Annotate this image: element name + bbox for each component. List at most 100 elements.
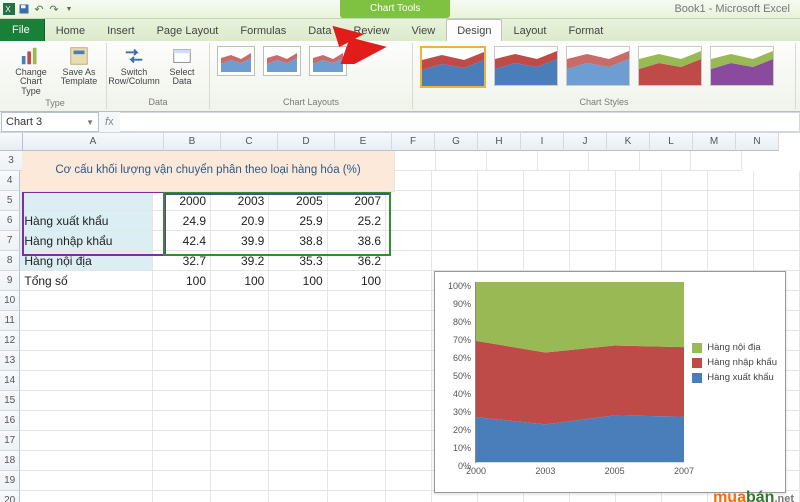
cell[interactable]: 2007 — [328, 191, 386, 211]
cell[interactable]: 25.9 — [269, 211, 327, 231]
cell[interactable]: 35.3 — [269, 251, 327, 271]
cell[interactable] — [386, 311, 432, 331]
undo-icon[interactable]: ↶ — [33, 3, 45, 15]
cell[interactable] — [211, 291, 269, 311]
cell[interactable] — [432, 231, 478, 251]
cell[interactable] — [269, 411, 327, 431]
cell[interactable] — [269, 331, 327, 351]
column-header[interactable]: D — [278, 133, 335, 151]
cell[interactable] — [478, 191, 524, 211]
formula-bar[interactable] — [120, 112, 800, 132]
cell[interactable] — [328, 391, 386, 411]
legend-item[interactable]: Hàng nhập khẩu — [692, 357, 777, 368]
cell[interactable] — [20, 391, 152, 411]
chart-style-option[interactable] — [566, 46, 630, 86]
cell[interactable] — [662, 171, 708, 191]
cell[interactable] — [524, 191, 570, 211]
column-header[interactable]: H — [478, 133, 521, 151]
cell[interactable] — [20, 311, 152, 331]
legend-item[interactable]: Hàng nội địa — [692, 342, 777, 353]
cell[interactable] — [662, 191, 708, 211]
cell[interactable] — [662, 231, 708, 251]
column-header[interactable]: N — [736, 133, 779, 151]
chart-layout-option[interactable] — [217, 46, 255, 76]
fx-icon[interactable]: fx — [99, 116, 120, 128]
cell[interactable] — [328, 431, 386, 451]
cell[interactable] — [640, 151, 691, 171]
cell[interactable] — [487, 151, 538, 171]
cell[interactable] — [20, 411, 152, 431]
tab-layout[interactable]: Layout — [502, 19, 557, 41]
cell[interactable] — [386, 471, 432, 491]
cell[interactable] — [211, 311, 269, 331]
cell[interactable] — [708, 251, 754, 271]
select-all-corner[interactable] — [0, 133, 23, 151]
cell[interactable] — [328, 351, 386, 371]
tab-formulas[interactable]: Formulas — [229, 19, 297, 41]
tab-format[interactable]: Format — [557, 19, 614, 41]
chart-style-option[interactable] — [420, 46, 486, 88]
cell[interactable]: 36.2 — [328, 251, 386, 271]
cell[interactable] — [386, 491, 432, 502]
cell[interactable] — [211, 391, 269, 411]
cell[interactable] — [211, 451, 269, 471]
cell[interactable] — [20, 331, 152, 351]
cell[interactable] — [211, 371, 269, 391]
tab-insert[interactable]: Insert — [96, 19, 146, 41]
row-header[interactable]: 3 — [0, 151, 23, 171]
cell[interactable]: 100 — [328, 271, 386, 291]
cell[interactable] — [478, 171, 524, 191]
row-header[interactable]: 20 — [0, 491, 20, 502]
cell[interactable] — [386, 391, 432, 411]
cell[interactable] — [386, 271, 432, 291]
cell[interactable] — [386, 351, 432, 371]
column-header[interactable]: L — [650, 133, 693, 151]
cell[interactable] — [20, 371, 152, 391]
cell[interactable] — [20, 491, 152, 502]
cell[interactable] — [570, 211, 616, 231]
cell[interactable] — [589, 151, 640, 171]
switch-row-column-button[interactable]: Switch Row/Column — [113, 45, 155, 87]
cell[interactable] — [153, 391, 211, 411]
row-header[interactable]: 10 — [0, 291, 20, 311]
cell[interactable] — [616, 171, 662, 191]
cell[interactable]: 32.7 — [153, 251, 211, 271]
row-header[interactable]: 12 — [0, 331, 20, 351]
cell[interactable] — [386, 411, 432, 431]
tab-file[interactable]: File — [0, 19, 45, 41]
cell[interactable] — [754, 191, 800, 211]
cell[interactable] — [478, 231, 524, 251]
cell[interactable] — [708, 191, 754, 211]
cell[interactable]: 42.4 — [153, 231, 211, 251]
chart-layout-option[interactable] — [263, 46, 301, 76]
chart-style-option[interactable] — [710, 46, 774, 86]
cell[interactable] — [153, 411, 211, 431]
cell[interactable] — [20, 191, 152, 211]
cell[interactable] — [386, 291, 432, 311]
row-header[interactable]: 13 — [0, 351, 20, 371]
cell[interactable] — [708, 231, 754, 251]
cell[interactable] — [153, 491, 211, 502]
cell[interactable] — [269, 391, 327, 411]
cell[interactable] — [269, 311, 327, 331]
row-header[interactable]: 11 — [0, 311, 20, 331]
cell[interactable] — [754, 171, 800, 191]
column-header[interactable]: G — [435, 133, 478, 151]
change-chart-type-button[interactable]: Change Chart Type — [10, 45, 52, 96]
cell[interactable] — [570, 191, 616, 211]
select-data-button[interactable]: Select Data — [161, 45, 203, 87]
cell[interactable] — [478, 251, 524, 271]
cell[interactable] — [20, 351, 152, 371]
cell[interactable] — [211, 411, 269, 431]
cell[interactable] — [269, 291, 327, 311]
cell[interactable]: 100 — [269, 271, 327, 291]
cell[interactable] — [524, 211, 570, 231]
row-header[interactable]: 9 — [0, 271, 20, 291]
chart-plot-area[interactable]: 2000200320052007 — [475, 282, 684, 463]
cell[interactable]: 39.9 — [211, 231, 269, 251]
cell[interactable] — [211, 331, 269, 351]
cell[interactable] — [386, 251, 432, 271]
cell[interactable] — [386, 371, 432, 391]
cell[interactable] — [328, 491, 386, 502]
column-header[interactable]: C — [221, 133, 278, 151]
